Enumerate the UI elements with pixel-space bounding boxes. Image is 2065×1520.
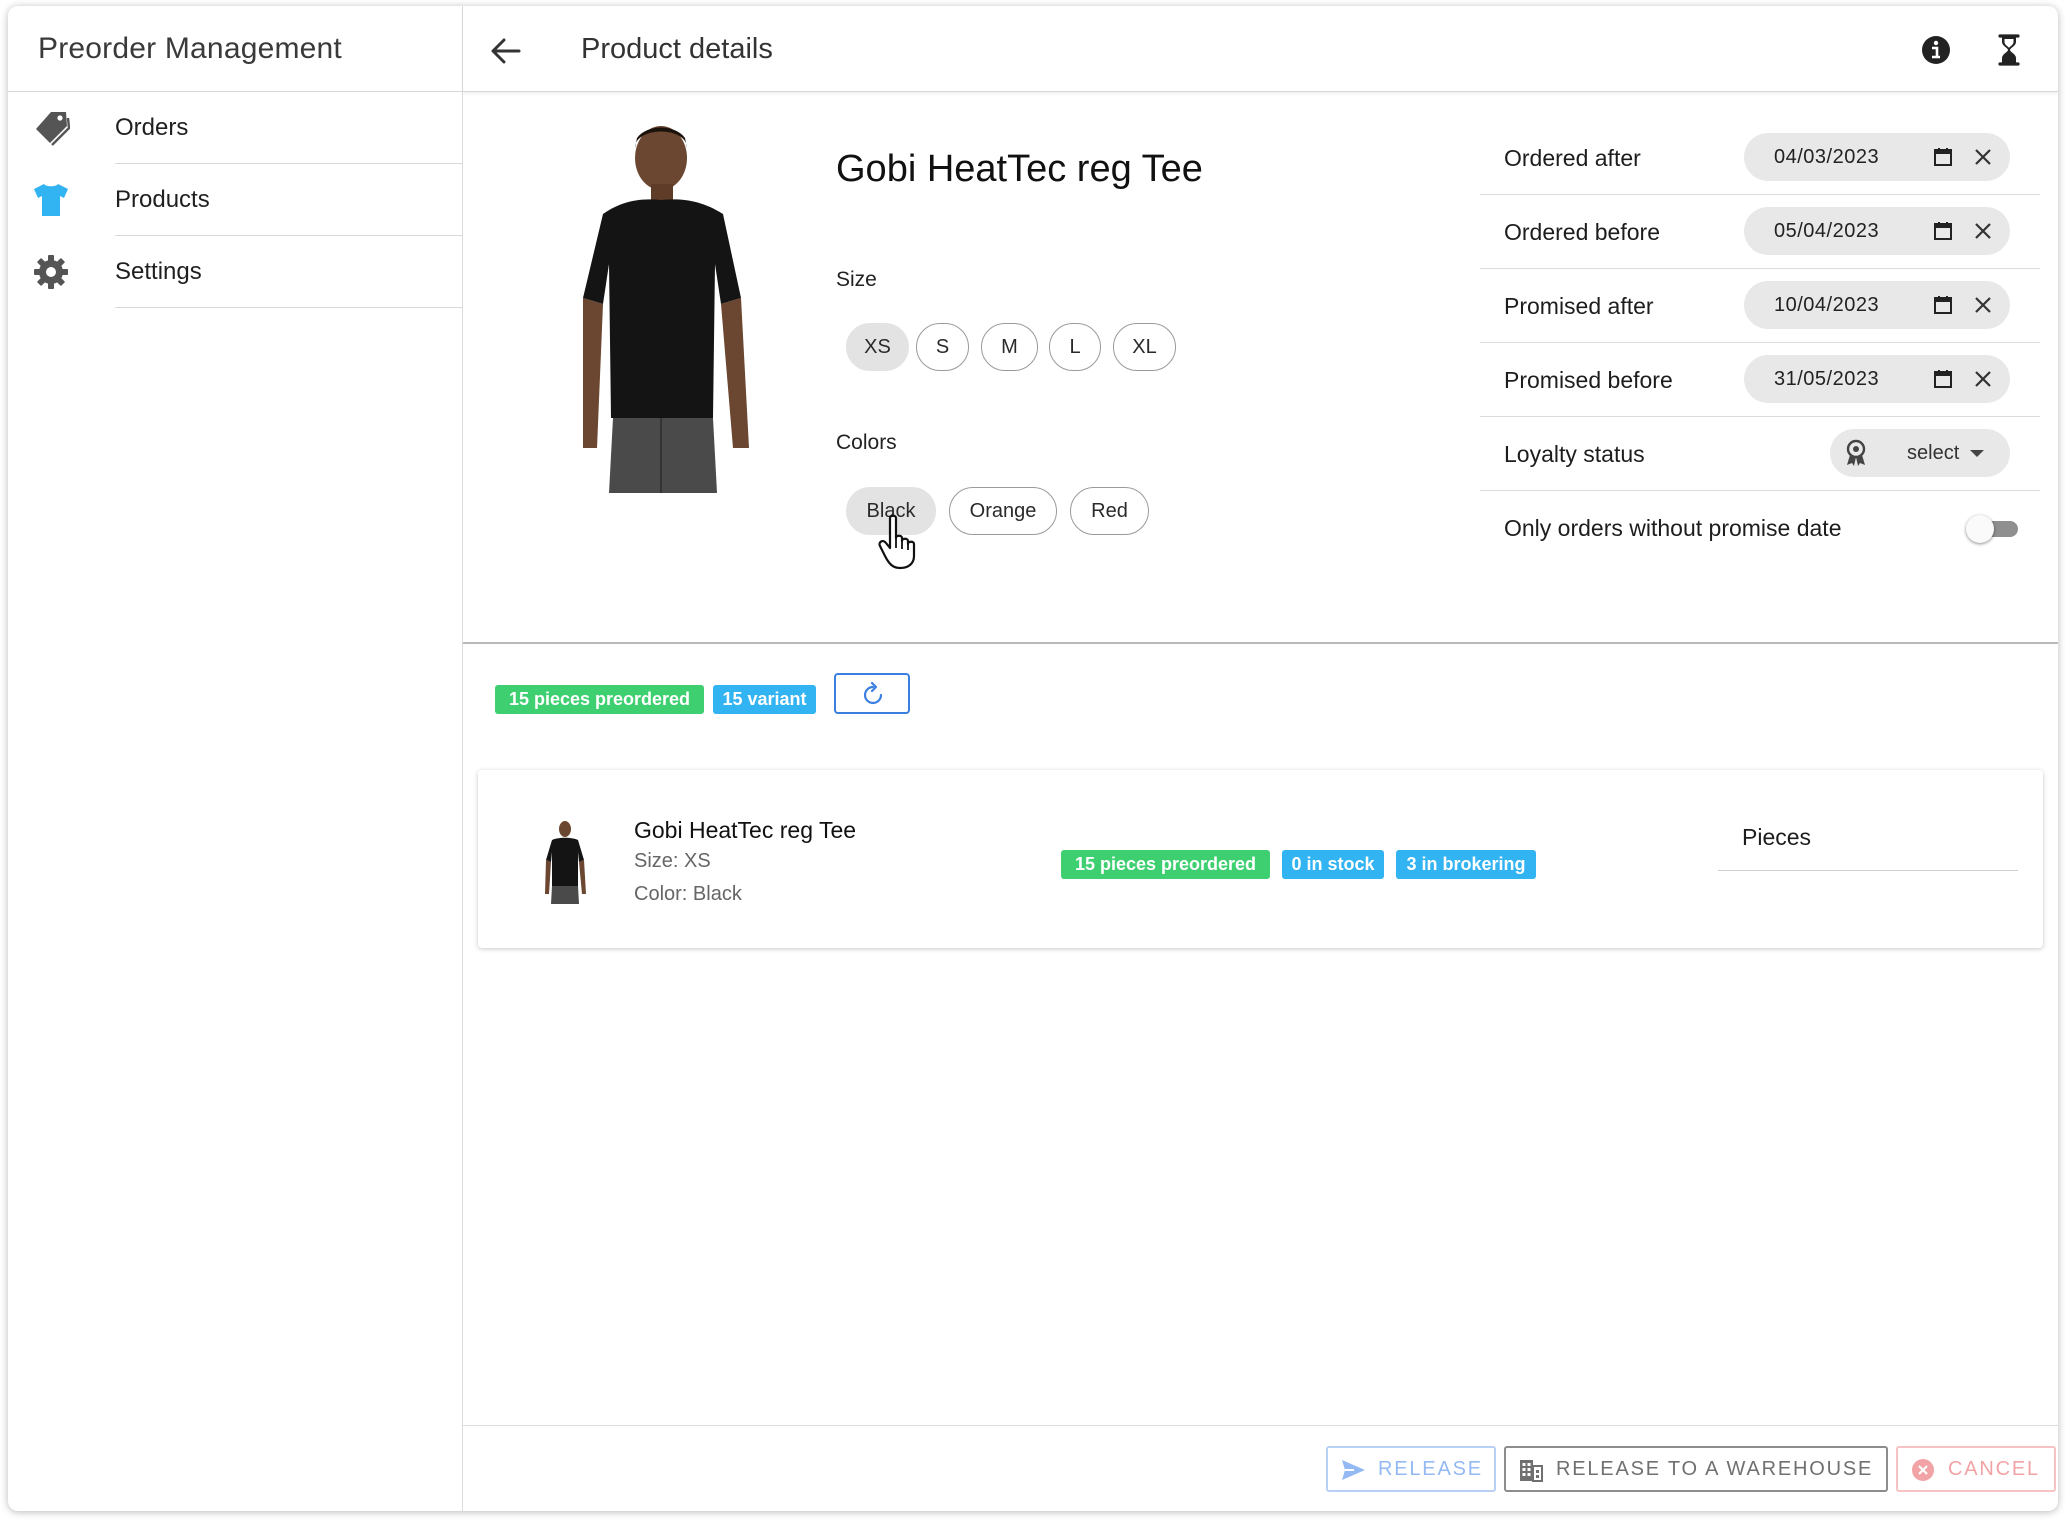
filter-label: Loyalty status (1504, 440, 1645, 467)
info-icon[interactable] (1919, 33, 1953, 67)
filter-no-promise-date: Only orders without promise date (1480, 491, 2040, 565)
size-chip-m[interactable]: M (981, 323, 1038, 371)
app-window: Preorder Management Orders Products Sett… (8, 6, 2058, 1511)
close-circle-icon (1912, 1459, 1934, 1481)
date-value: 31/05/2023 (1774, 367, 1880, 390)
filter-label: Only orders without promise date (1504, 514, 1842, 541)
clear-icon[interactable] (1972, 368, 1994, 390)
date-picker-ordered-after[interactable]: 04/03/2023 (1744, 133, 2010, 181)
section-divider (463, 642, 2058, 644)
clear-icon[interactable] (1972, 146, 1994, 168)
release-button[interactable]: RELEASE (1326, 1446, 1496, 1492)
colors-label: Colors (836, 431, 897, 454)
variant-color: Color: Black (634, 883, 742, 905)
variant-card: Gobi HeatTec reg Tee Size: XS Color: Bla… (478, 770, 2043, 948)
sidebar-item-label: Settings (115, 236, 462, 308)
filter-promised-after: Promised after 10/04/2023 (1480, 269, 2040, 343)
caret-down-icon (1970, 450, 1984, 457)
date-value: 04/03/2023 (1774, 145, 1880, 168)
sidebar-item-orders[interactable]: Orders (8, 92, 462, 164)
filter-label: Ordered before (1504, 218, 1660, 245)
variant-count-badge: 15 variant (713, 685, 816, 714)
page-title: Product details (581, 32, 773, 65)
product-image (563, 118, 763, 493)
size-chip-xl[interactable]: XL (1113, 323, 1176, 371)
sidebar-item-label: Orders (115, 92, 462, 164)
size-chip-s[interactable]: S (916, 323, 969, 371)
in-brokering-badge: 3 in brokering (1396, 850, 1536, 879)
sidebar-item-label: Products (115, 164, 462, 236)
date-picker-promised-before[interactable]: 31/05/2023 (1744, 355, 2010, 403)
footer-actions: RELEASE RELEASE TO A WAREHOUSE CANCEL (463, 1425, 2058, 1511)
color-chip-red[interactable]: Red (1070, 487, 1149, 535)
gear-icon (34, 255, 68, 289)
sidebar: Preorder Management Orders Products Sett… (8, 6, 463, 1511)
clear-icon[interactable] (1972, 294, 1994, 316)
select-value: select (1907, 441, 1960, 464)
sidebar-item-settings[interactable]: Settings (8, 236, 462, 308)
filter-label: Ordered after (1504, 144, 1641, 171)
date-value: 10/04/2023 (1774, 293, 1880, 316)
award-icon (1846, 439, 1866, 466)
variant-thumbnail (545, 821, 586, 904)
back-arrow-icon[interactable] (489, 34, 523, 68)
filter-label: Promised before (1504, 366, 1673, 393)
filter-ordered-after: Ordered after 04/03/2023 (1480, 121, 2040, 195)
filters-panel: Ordered after 04/03/2023 Ordered before … (1480, 121, 2040, 565)
toggle-knob (1966, 515, 1994, 543)
size-chip-l[interactable]: L (1049, 323, 1101, 371)
toolbar: Product details (463, 6, 2058, 92)
preordered-count-badge: 15 pieces preordered (495, 685, 704, 714)
filter-ordered-before: Ordered before 05/04/2023 (1480, 195, 2040, 269)
date-picker-promised-after[interactable]: 10/04/2023 (1744, 281, 2010, 329)
filter-loyalty-status: Loyalty status select (1480, 417, 2040, 491)
loyalty-select[interactable]: select (1830, 429, 2010, 477)
release-to-warehouse-button[interactable]: RELEASE TO A WAREHOUSE (1504, 1446, 1888, 1492)
size-chip-xs[interactable]: XS (846, 323, 909, 371)
no-promise-date-toggle[interactable] (1966, 515, 2018, 543)
calendar-icon[interactable] (1932, 368, 1954, 390)
hourglass-icon[interactable] (1992, 33, 2026, 67)
release-label: RELEASE (1378, 1457, 1483, 1480)
sidebar-item-products[interactable]: Products (8, 164, 462, 236)
send-icon (1342, 1460, 1365, 1480)
app-title: Preorder Management (8, 6, 462, 92)
calendar-icon[interactable] (1932, 146, 1954, 168)
filter-promised-before: Promised before 31/05/2023 (1480, 343, 2040, 417)
size-label: Size (836, 268, 877, 291)
variant-name: Gobi HeatTec reg Tee (634, 817, 857, 843)
pieces-input[interactable]: Pieces (1718, 816, 2018, 871)
business-icon (1520, 1460, 1543, 1482)
variant-preordered-badge: 15 pieces preordered (1061, 850, 1270, 879)
release-to-warehouse-label: RELEASE TO A WAREHOUSE (1556, 1457, 1874, 1480)
cancel-button[interactable]: CANCEL (1896, 1446, 2056, 1492)
variant-size: Size: XS (634, 850, 711, 872)
refresh-button[interactable] (834, 673, 910, 714)
shirt-icon (34, 184, 68, 216)
filter-label: Promised after (1504, 292, 1654, 319)
color-chip-black[interactable]: Black (846, 487, 936, 535)
calendar-icon[interactable] (1932, 220, 1954, 242)
in-stock-badge: 0 in stock (1282, 850, 1384, 879)
calendar-icon[interactable] (1932, 294, 1954, 316)
pricetags-icon (36, 112, 70, 146)
date-picker-ordered-before[interactable]: 05/04/2023 (1744, 207, 2010, 255)
date-value: 05/04/2023 (1774, 219, 1880, 242)
pieces-label: Pieces (1742, 824, 1812, 850)
clear-icon[interactable] (1972, 220, 1994, 242)
refresh-icon (863, 682, 883, 705)
product-title: Gobi HeatTec reg Tee (836, 148, 1203, 190)
color-chip-orange[interactable]: Orange (949, 487, 1057, 535)
cancel-label: CANCEL (1948, 1457, 2040, 1480)
main-content: Product details Gobi HeatTec reg Tee Siz… (463, 6, 2058, 1511)
